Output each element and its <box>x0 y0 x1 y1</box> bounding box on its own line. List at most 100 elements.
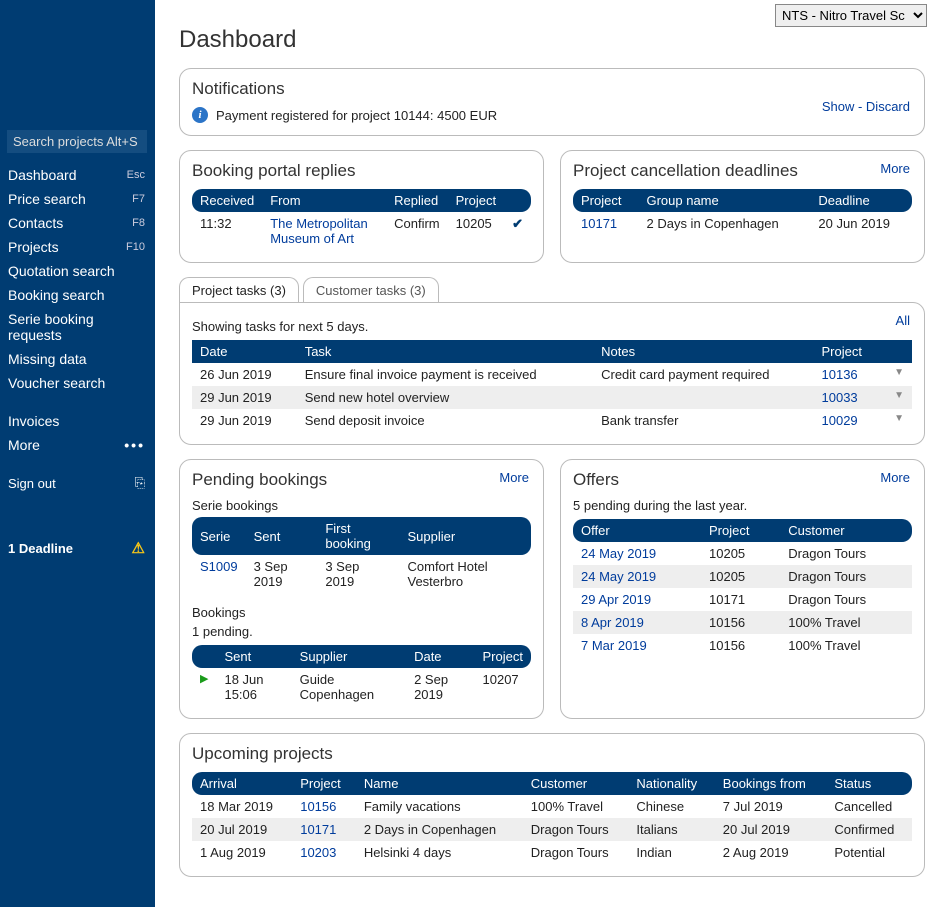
signout-link[interactable]: Sign out ⎘ <box>0 471 155 495</box>
deadline-label: 1 Deadline <box>8 541 73 556</box>
chevron-down-icon[interactable]: ▼ <box>881 409 912 432</box>
offer-link[interactable]: 7 Mar 2019 <box>573 634 701 657</box>
nav-shortcut: F7 <box>132 193 145 205</box>
nav-label: Projects <box>8 239 59 255</box>
main-content: NTS - Nitro Travel Sc Dashboard Notifica… <box>155 0 935 907</box>
pending-title: Pending bookings <box>192 470 531 490</box>
nav-label: Invoices <box>8 413 59 429</box>
table-row: 8 Apr 201910156100% Travel <box>573 611 912 634</box>
upcoming-card: Upcoming projects ArrivalProjectNameCust… <box>179 733 925 877</box>
project-link[interactable]: 10156 <box>292 795 356 818</box>
tasks-tabs: Project tasks (3) Customer tasks (3) <box>179 277 925 303</box>
play-icon: ▶ <box>192 668 216 706</box>
more-link[interactable]: More <box>880 161 910 176</box>
discard-link[interactable]: Discard <box>866 99 910 114</box>
offer-link[interactable]: 29 Apr 2019 <box>573 588 701 611</box>
table-row: 11:32The Metropolitan Museum of ArtConfi… <box>192 212 531 250</box>
cancel-deadlines-title: Project cancellation deadlines <box>573 161 912 181</box>
notification-actions: Show - Discard <box>822 99 910 114</box>
tasks-table: DateTaskNotesProject 26 Jun 2019Ensure f… <box>192 340 912 432</box>
project-link[interactable]: 10203 <box>292 841 356 864</box>
sidebar-item-more[interactable]: More ••• <box>0 433 155 457</box>
offers-title: Offers <box>573 470 912 490</box>
nav-label: Dashboard <box>8 167 77 183</box>
offers-subtitle: 5 pending during the last year. <box>573 498 912 513</box>
tab-project-tasks[interactable]: Project tasks (3) <box>179 277 299 303</box>
company-select[interactable]: NTS - Nitro Travel Sc <box>775 4 927 27</box>
sidebar-item-booking-search[interactable]: Booking search <box>0 283 155 307</box>
booking-replies-title: Booking portal replies <box>192 161 531 181</box>
table-row: 29 Jun 2019Send deposit invoiceBank tran… <box>192 409 912 432</box>
table-row: 26 Jun 2019Ensure final invoice payment … <box>192 363 912 386</box>
sidebar-item-projects[interactable]: ProjectsF10 <box>0 235 155 259</box>
upcoming-table: ArrivalProjectNameCustomerNationalityBoo… <box>192 772 912 864</box>
sidebar-item-voucher-search[interactable]: Voucher search <box>0 371 155 395</box>
more-link[interactable]: More <box>880 470 910 485</box>
notification-text: Payment registered for project 10144: 45… <box>216 108 497 123</box>
table-row: 29 Jun 2019Send new hotel overview10033▼ <box>192 386 912 409</box>
nav-label: Serie booking requests <box>8 311 145 343</box>
info-icon: i <box>192 107 208 123</box>
more-icon: ••• <box>124 437 145 453</box>
offers-card: More Offers 5 pending during the last ye… <box>560 459 925 719</box>
table-row: 20 Jul 2019101712 Days in CopenhagenDrag… <box>192 818 912 841</box>
sidebar-item-dashboard[interactable]: DashboardEsc <box>0 163 155 187</box>
sidebar-item-missing-data[interactable]: Missing data <box>0 347 155 371</box>
nav-shortcut: F8 <box>132 217 145 229</box>
offer-link[interactable]: 8 Apr 2019 <box>573 611 701 634</box>
check-icon: ✔ <box>504 212 531 250</box>
nav-label: Missing data <box>8 351 87 367</box>
serie-bookings-table: SerieSentFirst bookingSupplier S10093 Se… <box>192 517 531 593</box>
nav-label: Quotation search <box>8 263 115 279</box>
pending-bookings-card: More Pending bookings Serie bookings Ser… <box>179 459 544 719</box>
bookings-label: Bookings <box>192 605 531 620</box>
offer-link[interactable]: 24 May 2019 <box>573 565 701 588</box>
nav-label: More <box>8 437 40 453</box>
table-row: S10093 Sep 20193 Sep 2019Comfort Hotel V… <box>192 555 531 593</box>
project-link[interactable]: 10171 <box>292 818 356 841</box>
table-row: 1 Aug 201910203Helsinki 4 daysDragon Tou… <box>192 841 912 864</box>
tasks-card: All Showing tasks for next 5 days. DateT… <box>179 302 925 445</box>
sidebar-item-contacts[interactable]: Contacts F8 <box>0 211 155 235</box>
notifications-title: Notifications <box>192 79 912 99</box>
sidebar-item-serie-booking-requests[interactable]: Serie booking requests <box>0 307 155 347</box>
serie-bookings-label: Serie bookings <box>192 498 531 513</box>
sidebar-item-price-search[interactable]: Price search F7 <box>0 187 155 211</box>
project-link[interactable]: 10033 <box>814 386 882 409</box>
nav-label: Contacts <box>8 215 63 231</box>
chevron-down-icon[interactable]: ▼ <box>881 363 912 386</box>
project-link[interactable]: 10029 <box>814 409 882 432</box>
sidebar-item-quotation-search[interactable]: Quotation search <box>0 259 155 283</box>
table-row: 7 Mar 201910156100% Travel <box>573 634 912 657</box>
signout-icon: ⎘ <box>135 475 145 491</box>
offers-table: OfferProjectCustomer 24 May 201910205Dra… <box>573 519 912 657</box>
page-title: Dashboard <box>179 26 925 54</box>
project-link[interactable]: 10171 <box>573 212 638 235</box>
sidebar-item-invoices[interactable]: Invoices <box>0 409 155 433</box>
table-row: 24 May 201910205Dragon Tours <box>573 542 912 565</box>
deadline-indicator[interactable]: 1 Deadline ⚠ <box>0 535 155 561</box>
booking-replies-table: ReceivedFromRepliedProject 11:32The Metr… <box>192 189 531 250</box>
nav-label: Price search <box>8 191 86 207</box>
supplier-link[interactable]: The Metropolitan Museum of Art <box>262 212 386 250</box>
serie-link[interactable]: S1009 <box>192 555 246 593</box>
signout-label: Sign out <box>8 476 56 491</box>
tasks-subtitle: Showing tasks for next 5 days. <box>192 319 912 334</box>
search-input[interactable] <box>7 130 147 153</box>
all-link[interactable]: All <box>896 313 910 328</box>
bookings-table: SentSupplierDateProject ▶18 Jun 15:06Gui… <box>192 645 531 706</box>
cancel-deadlines-table: ProjectGroup nameDeadline 101712 Days in… <box>573 189 912 235</box>
tab-customer-tasks[interactable]: Customer tasks (3) <box>303 277 439 303</box>
more-link[interactable]: More <box>499 470 529 485</box>
table-row: 101712 Days in Copenhagen20 Jun 2019 <box>573 212 912 235</box>
show-link[interactable]: Show <box>822 99 855 114</box>
pending-count: 1 pending. <box>192 624 531 639</box>
chevron-down-icon[interactable]: ▼ <box>881 386 912 409</box>
notifications-card: Notifications i Payment registered for p… <box>179 68 925 136</box>
table-row: 29 Apr 201910171Dragon Tours <box>573 588 912 611</box>
table-row: 24 May 201910205Dragon Tours <box>573 565 912 588</box>
offer-link[interactable]: 24 May 2019 <box>573 542 701 565</box>
company-selector[interactable]: NTS - Nitro Travel Sc <box>775 4 927 27</box>
project-link[interactable]: 10136 <box>814 363 882 386</box>
nav-label: Booking search <box>8 287 105 303</box>
